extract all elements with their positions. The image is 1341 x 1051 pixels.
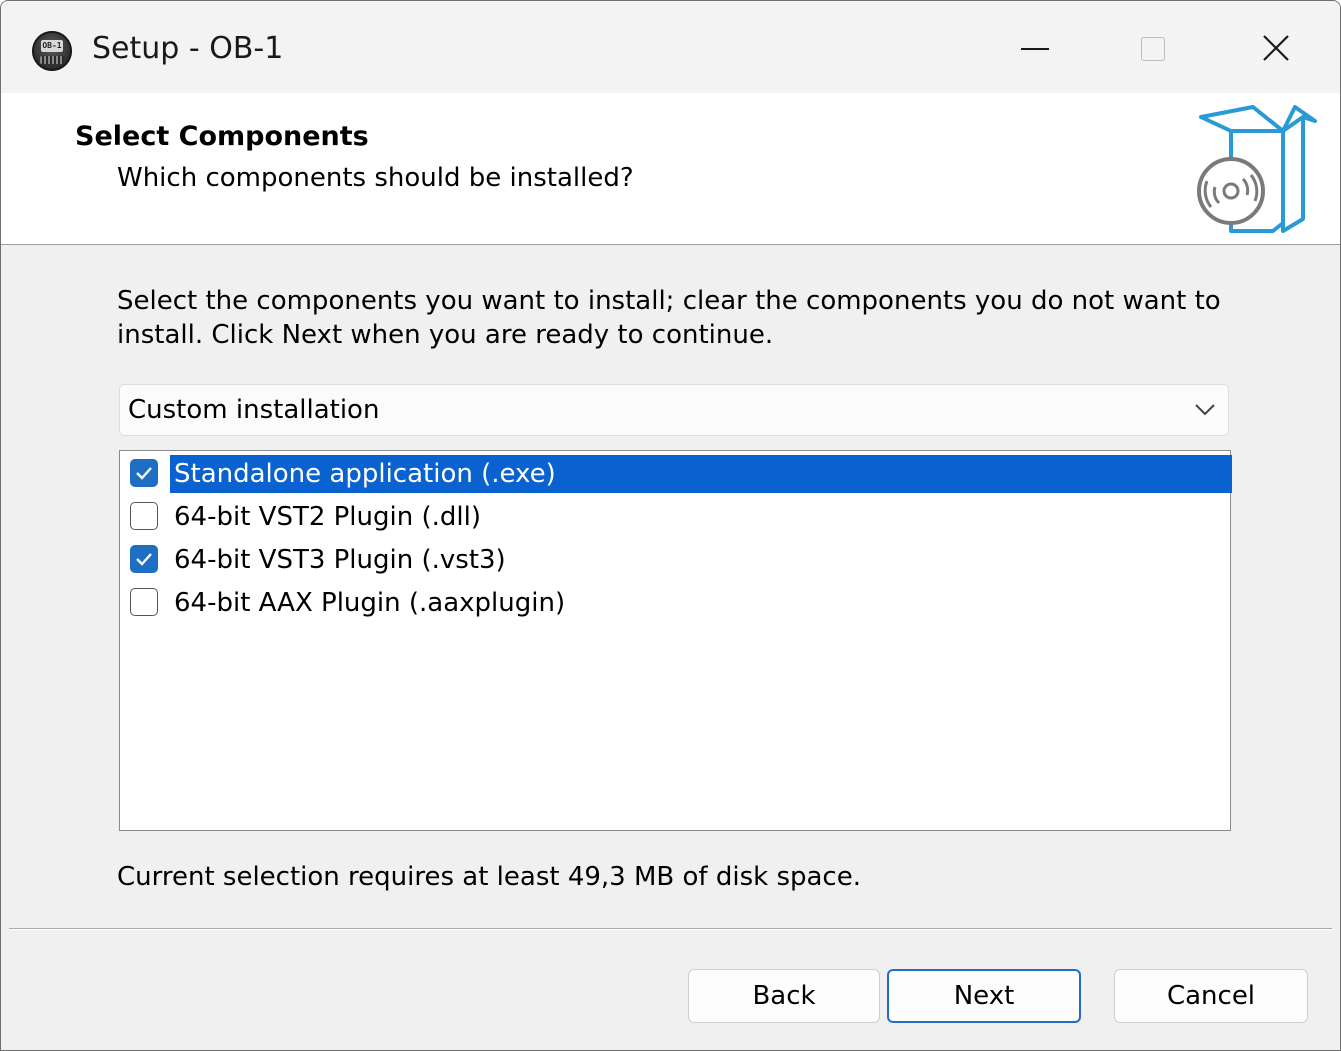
chevron-down-icon [1195, 404, 1215, 416]
title-bar[interactable]: OB-1 Setup - OB-1 [1, 1, 1340, 93]
close-button[interactable] [1241, 19, 1311, 79]
component-checkbox[interactable] [130, 545, 158, 573]
component-label: 64-bit AAX Plugin (.aaxplugin) [174, 588, 566, 618]
maximize-button [1119, 19, 1189, 79]
window-title: Setup - OB-1 [92, 31, 284, 66]
page-subtitle: Which components should be installed? [117, 163, 634, 193]
list-item[interactable]: Standalone application (.exe) [122, 453, 1232, 495]
minimize-button[interactable] [1001, 19, 1071, 79]
list-item[interactable]: 64-bit VST3 Plugin (.vst3) [122, 539, 1226, 581]
list-item[interactable]: 64-bit AAX Plugin (.aaxplugin) [122, 582, 1226, 624]
wizard-header: Select Components Which components shoul… [1, 93, 1340, 245]
app-icon-badge: OB-1 [41, 40, 63, 52]
disk-space-text: Current selection requires at least 49,3… [117, 862, 861, 892]
components-list[interactable]: Standalone application (.exe) 64-bit VST… [119, 450, 1232, 831]
cancel-button[interactable]: Cancel [1114, 969, 1308, 1023]
installation-type-dropdown[interactable]: Custom installation [119, 384, 1229, 436]
checkmark-icon [136, 467, 152, 480]
ob1-synth-icon: OB-1 [32, 31, 72, 71]
box-with-disc-icon [1197, 105, 1317, 233]
component-checkbox[interactable] [130, 502, 158, 530]
app-icon-grill [40, 56, 64, 64]
checkmark-icon [136, 553, 152, 566]
instructions-text: Select the components you want to instal… [117, 286, 1221, 350]
next-button[interactable]: Next [887, 969, 1081, 1023]
page-title: Select Components [75, 121, 369, 152]
footer-divider [9, 928, 1332, 930]
component-label: 64-bit VST3 Plugin (.vst3) [174, 545, 506, 575]
component-label: 64-bit VST2 Plugin (.dll) [174, 502, 481, 532]
installation-type-value: Custom installation [128, 395, 380, 425]
component-label: Standalone application (.exe) [170, 455, 1232, 493]
component-checkbox[interactable] [130, 459, 158, 487]
component-checkbox[interactable] [130, 588, 158, 616]
back-button[interactable]: Back [688, 969, 880, 1023]
setup-window: OB-1 Setup - OB-1 Select Components Whic… [0, 0, 1341, 1051]
list-item[interactable]: 64-bit VST2 Plugin (.dll) [122, 496, 1226, 538]
close-icon [1263, 35, 1289, 61]
